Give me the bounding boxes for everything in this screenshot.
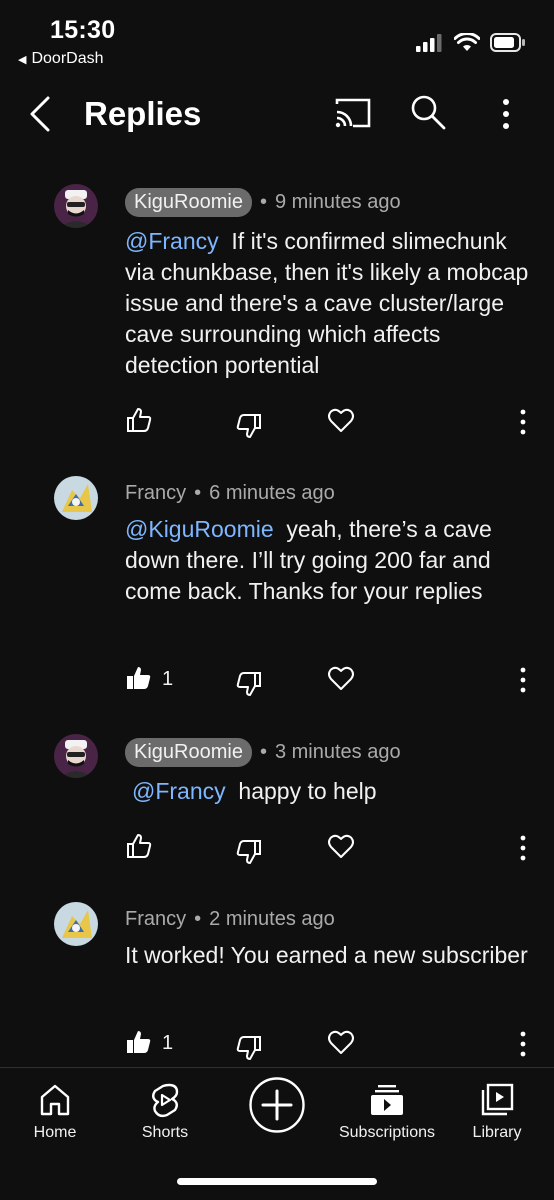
- comment-body: @Francy If it's confirmed slimechunk via…: [125, 226, 535, 381]
- comment-actions: [125, 406, 535, 442]
- back-arrow-icon[interactable]: [26, 94, 56, 134]
- heart-icon[interactable]: [327, 832, 355, 860]
- comment-text: happy to help: [238, 778, 377, 804]
- meta-separator: •: [259, 191, 267, 213]
- comment-more-icon[interactable]: [515, 408, 531, 436]
- avatar-kiguroomie-icon: [54, 184, 98, 228]
- app-header: Replies: [0, 78, 554, 150]
- back-to-app-link[interactable]: ◀ DoorDash: [18, 50, 104, 68]
- comment-body: @KiguRoomie yeah, there’s a cave down th…: [125, 514, 535, 607]
- comment-author[interactable]: KiguRoomie: [125, 738, 252, 767]
- comment-timestamp: 9 minutes ago: [274, 191, 401, 213]
- status-icons: [416, 33, 526, 52]
- comment-text: It worked! You earned a new subscriber: [125, 942, 528, 968]
- nav-shorts[interactable]: Shorts: [110, 1082, 220, 1142]
- heart-icon[interactable]: [327, 664, 355, 692]
- comment-more-icon[interactable]: [515, 834, 531, 862]
- status-time: 15:30: [50, 16, 116, 44]
- dislike-icon[interactable]: [235, 838, 263, 866]
- back-triangle-icon: ◀: [18, 53, 27, 66]
- like-filled-icon[interactable]: [125, 664, 153, 692]
- meta-separator: •: [194, 482, 202, 504]
- reply-comment: Francy • 2 minutes ago It worked! You ea…: [0, 900, 554, 1060]
- back-app-label: DoorDash: [31, 50, 104, 67]
- comment-timestamp: 6 minutes ago: [209, 482, 335, 504]
- create-plus-icon: [249, 1077, 305, 1133]
- dislike-icon[interactable]: [235, 1034, 263, 1062]
- status-bar: 15:30 ◀ DoorDash: [0, 0, 554, 76]
- wifi-icon: [454, 33, 480, 51]
- home-icon: [40, 1084, 70, 1116]
- more-options-icon[interactable]: [494, 94, 518, 134]
- mention-link[interactable]: @Francy: [125, 228, 219, 254]
- heart-icon[interactable]: [327, 406, 355, 434]
- avatar[interactable]: [54, 902, 98, 946]
- home-indicator[interactable]: [177, 1178, 377, 1185]
- comment-author[interactable]: Francy: [125, 908, 186, 931]
- battery-icon: [490, 33, 525, 52]
- cast-icon[interactable]: [333, 96, 373, 130]
- page-title: Replies: [84, 95, 202, 132]
- reply-comment: KiguRoomie • 3 minutes ago @Francy happy…: [0, 734, 554, 874]
- like-count: 1: [162, 1032, 174, 1054]
- nav-library[interactable]: Library: [442, 1082, 552, 1142]
- meta-separator: •: [259, 741, 267, 763]
- dislike-icon[interactable]: [235, 412, 263, 440]
- avatar[interactable]: [54, 184, 98, 228]
- nav-create[interactable]: [222, 1076, 332, 1134]
- avatar-francy-icon: [54, 902, 98, 946]
- comment-more-icon[interactable]: [515, 1030, 531, 1058]
- avatar[interactable]: [54, 476, 98, 520]
- heart-icon[interactable]: [327, 1028, 355, 1056]
- dislike-icon[interactable]: [235, 670, 263, 698]
- subscriptions-icon: [371, 1085, 403, 1115]
- comment-body: @Francy happy to help: [132, 776, 542, 807]
- shorts-icon: [152, 1083, 179, 1118]
- avatar-kiguroomie-icon: [54, 734, 98, 778]
- comment-author[interactable]: Francy: [125, 482, 186, 505]
- mention-link[interactable]: @Francy: [132, 778, 226, 804]
- comment-body: It worked! You earned a new subscriber: [125, 940, 535, 971]
- reply-comment: Francy • 6 minutes ago @KiguRoomie yeah,…: [0, 474, 554, 704]
- comment-more-icon[interactable]: [515, 666, 531, 694]
- comment-author[interactable]: KiguRoomie: [125, 188, 252, 217]
- like-count: 1: [162, 668, 174, 690]
- meta-separator: •: [194, 908, 202, 930]
- search-icon[interactable]: [408, 92, 448, 132]
- avatar-francy-icon: [54, 476, 98, 520]
- avatar[interactable]: [54, 734, 98, 778]
- mention-link[interactable]: @KiguRoomie: [125, 516, 274, 542]
- nav-home[interactable]: Home: [0, 1082, 110, 1142]
- library-icon: [481, 1083, 514, 1116]
- comment-timestamp: 2 minutes ago: [209, 908, 335, 930]
- comment-actions: 1: [125, 1028, 535, 1064]
- like-icon[interactable]: [125, 832, 153, 860]
- reply-comment: KiguRoomie • 9 minutes ago @Francy If it…: [0, 180, 554, 450]
- like-icon[interactable]: [125, 406, 153, 434]
- comment-actions: 1: [125, 664, 535, 700]
- comment-timestamp: 3 minutes ago: [274, 741, 401, 763]
- nav-label: Library: [472, 1124, 522, 1141]
- nav-subscriptions[interactable]: Subscriptions: [332, 1082, 442, 1142]
- nav-label: Home: [33, 1124, 77, 1141]
- like-filled-icon[interactable]: [125, 1028, 153, 1056]
- comment-actions: [125, 832, 535, 868]
- cellular-signal-icon: [416, 33, 442, 52]
- nav-label: Shorts: [141, 1124, 189, 1141]
- nav-label: Subscriptions: [338, 1124, 436, 1141]
